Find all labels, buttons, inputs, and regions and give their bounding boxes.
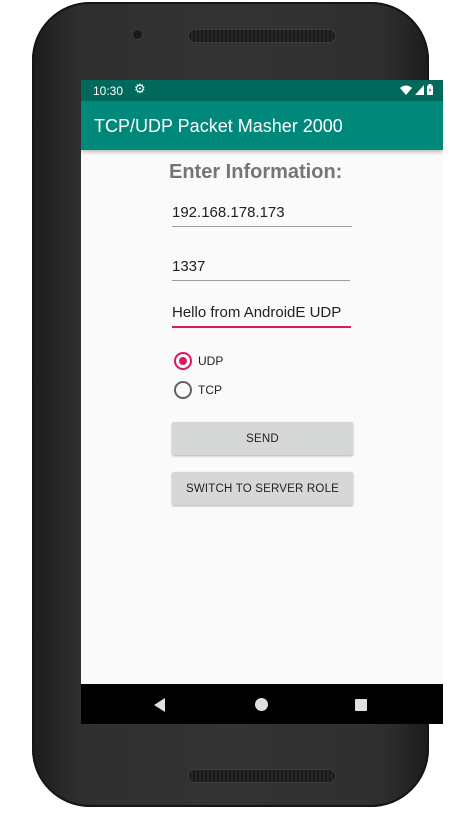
form-heading: Enter Information: [169,161,343,183]
radio-checked-icon[interactable] [174,352,192,370]
home-icon[interactable] [255,698,268,711]
switch-server-role-button[interactable]: SWITCH TO SERVER ROLE [172,472,353,505]
front-camera-icon [133,30,142,39]
port-input[interactable]: 1337 [172,254,350,281]
status-time: 10:30 [93,84,124,98]
send-button[interactable]: SEND [172,422,353,455]
screen: 10:30 ⚙ TCP/UDP Packet Masher 2000 Enter… [81,80,443,724]
ip-address-input[interactable]: 192.168.178.173 [172,200,352,227]
radio-udp-label: UDP [198,354,224,368]
back-icon[interactable] [154,698,165,712]
top-speaker [189,30,335,42]
app-bar: TCP/UDP Packet Masher 2000 [81,101,443,150]
radio-tcp-label: TCP [198,383,222,397]
bottom-speaker [189,770,335,782]
radio-udp[interactable]: UDP [174,352,223,370]
signal-icon [415,84,424,95]
nav-bar [81,684,443,724]
recents-icon[interactable] [355,699,367,711]
settings-gear-icon: ⚙ [134,81,146,96]
radio-tcp[interactable]: TCP [174,381,222,399]
wifi-icon [400,85,412,95]
battery-icon [427,84,433,95]
phone-frame: 10:30 ⚙ TCP/UDP Packet Masher 2000 Enter… [32,2,443,807]
app-title: TCP/UDP Packet Masher 2000 [94,116,343,136]
status-bar: 10:30 ⚙ [81,80,443,101]
status-icons [400,84,433,95]
message-input[interactable]: Hello from AndroidE UDP [172,300,351,328]
radio-unchecked-icon[interactable] [174,381,192,399]
